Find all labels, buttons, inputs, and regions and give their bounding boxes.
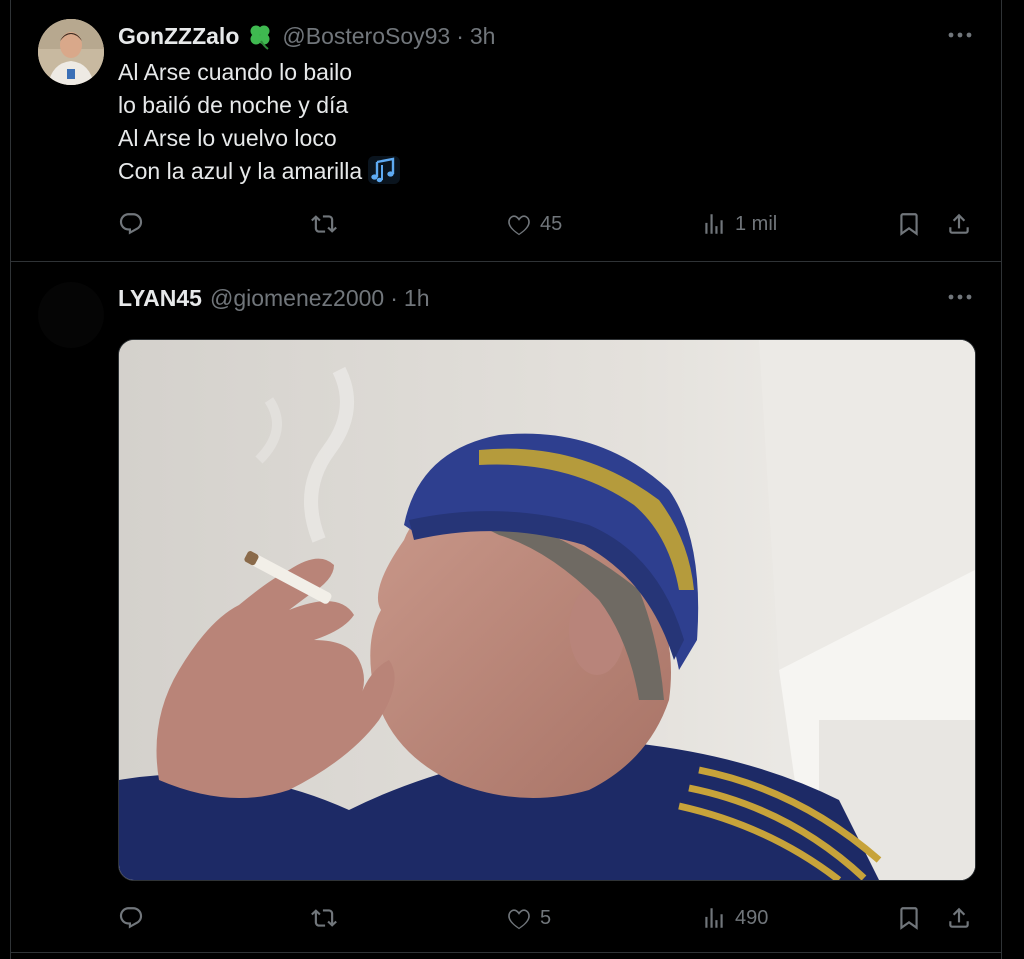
separator-dot: · [390, 284, 398, 311]
heart-icon [506, 211, 532, 237]
views-button[interactable]: 1 mil [701, 204, 777, 244]
tweet-line: lo bailó de noche y día [118, 92, 349, 118]
heart-icon [506, 905, 532, 931]
bookmark-icon [896, 211, 922, 237]
tweet-header: LYAN45 @giomenez2000 · 1h [118, 282, 430, 314]
repost-icon [311, 211, 337, 237]
tweet-photo[interactable] [118, 339, 976, 881]
musical-notes-icon [368, 156, 401, 193]
reply-button[interactable] [118, 898, 152, 938]
repost-button[interactable] [311, 204, 345, 244]
more-options-icon[interactable] [947, 22, 973, 48]
analytics-icon [701, 905, 727, 931]
like-count: 45 [540, 212, 563, 235]
more-options-icon[interactable] [947, 284, 973, 310]
repost-icon [311, 905, 337, 931]
tweet[interactable]: GonZZZalo @BosteroSoy93 · 3h Al Arse cua… [11, 0, 1001, 262]
tweet-text: Al Arse cuando lo bailo lo bailó de noch… [118, 56, 401, 193]
views-button[interactable]: 490 [701, 898, 768, 938]
reply-icon [118, 211, 144, 237]
four-leaf-clover-icon [246, 22, 274, 50]
bookmark-icon [896, 905, 922, 931]
reply-button[interactable] [118, 204, 152, 244]
share-icon [946, 211, 972, 237]
user-handle[interactable]: @giomenez2000 [210, 285, 384, 312]
share-button[interactable] [946, 898, 972, 938]
tweet-line: Al Arse lo vuelvo loco [118, 125, 337, 151]
views-count: 1 mil [735, 212, 778, 235]
user-handle[interactable]: @BosteroSoy93 [282, 23, 450, 50]
avatar[interactable] [38, 19, 104, 85]
like-count: 5 [540, 906, 552, 929]
tweet[interactable]: LYAN45 @giomenez2000 · 1h 5 490 [11, 262, 1001, 953]
display-name[interactable]: GonZZZalo [118, 23, 239, 50]
timestamp[interactable]: 1h [404, 285, 430, 312]
display-name[interactable]: LYAN45 [118, 285, 202, 312]
share-button[interactable] [946, 204, 972, 244]
tweet-line: Con la azul y la amarilla [118, 158, 363, 184]
tweet-actions: 45 1 mil [118, 204, 978, 244]
avatar[interactable] [38, 282, 104, 348]
separator-dot: · [456, 22, 464, 49]
share-icon [946, 905, 972, 931]
repost-button[interactable] [311, 898, 345, 938]
like-button[interactable]: 5 [506, 898, 551, 938]
tweet-header: GonZZZalo @BosteroSoy93 · 3h [118, 20, 495, 52]
bookmark-button[interactable] [896, 204, 922, 244]
timestamp[interactable]: 3h [470, 23, 496, 50]
bookmark-button[interactable] [896, 898, 922, 938]
tweet-actions: 5 490 [118, 898, 978, 938]
analytics-icon [701, 211, 727, 237]
tweet-line: Al Arse cuando lo bailo [118, 59, 352, 85]
timeline-column: GonZZZalo @BosteroSoy93 · 3h Al Arse cua… [10, 0, 1002, 959]
views-count: 490 [735, 906, 769, 929]
like-button[interactable]: 45 [506, 204, 562, 244]
reply-icon [118, 905, 144, 931]
